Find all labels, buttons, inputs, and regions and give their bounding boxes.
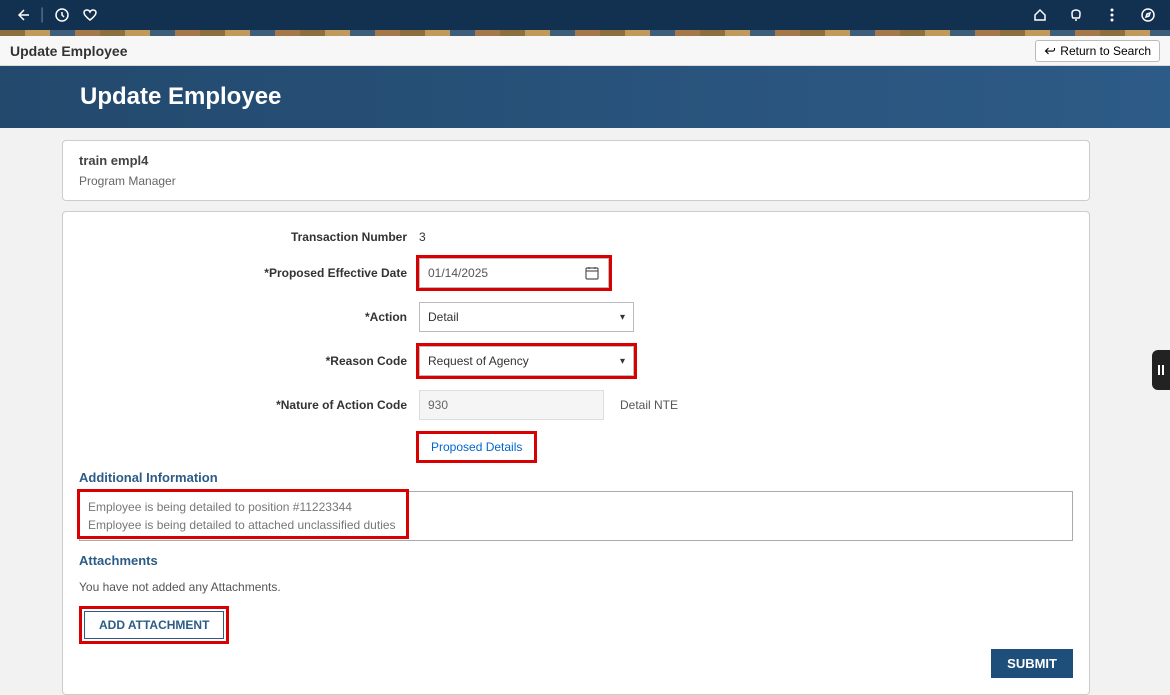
return-label: Return to Search xyxy=(1060,44,1151,58)
employee-role: Program Manager xyxy=(79,174,1073,188)
action-row: *Action Detail ▾ xyxy=(79,302,1073,332)
employee-name: train empl4 xyxy=(79,153,1073,168)
additional-info-header: Additional Information xyxy=(79,470,1073,485)
additional-info-textarea[interactable]: Employee is being detailed to position #… xyxy=(79,491,1073,541)
page-banner: Update Employee xyxy=(0,66,1170,128)
add-attachment-wrap: ADD ATTACHMENT xyxy=(79,606,229,644)
employee-card: train empl4 Program Manager xyxy=(62,140,1090,201)
proposed-details-wrap: Proposed Details xyxy=(419,434,534,460)
textarea-container: Employee is being detailed to position #… xyxy=(79,491,1073,541)
back-icon[interactable] xyxy=(12,5,32,25)
return-to-search-button[interactable]: Return to Search xyxy=(1035,40,1160,62)
attachments-header: Attachments xyxy=(79,553,1073,568)
heart-icon[interactable] xyxy=(80,5,100,25)
attachments-empty-text: You have not added any Attachments. xyxy=(79,580,1073,594)
form-card: Transaction Number 3 *Proposed Effective… xyxy=(62,211,1090,695)
reason-row: *Reason Code Request of Agency ▾ xyxy=(79,346,1073,376)
reason-label: *Reason Code xyxy=(79,354,419,368)
reason-value: Request of Agency xyxy=(428,354,529,368)
proposed-details-row: Proposed Details xyxy=(79,434,1073,460)
action-label: *Action xyxy=(79,310,419,324)
page-title: Update Employee xyxy=(80,83,281,111)
action-value: Detail xyxy=(428,310,459,324)
noac-side-text: Detail NTE xyxy=(620,398,678,412)
home-icon[interactable] xyxy=(1030,5,1050,25)
side-panel-tab[interactable] xyxy=(1152,350,1170,390)
effective-date-row: *Proposed Effective Date xyxy=(79,258,1073,288)
proposed-details-link[interactable]: Proposed Details xyxy=(431,440,522,454)
submit-button[interactable]: SUBMIT xyxy=(991,649,1073,678)
additional-info-text: Employee is being detailed to position #… xyxy=(88,498,1064,534)
noac-value-field: 930 xyxy=(419,390,604,420)
noac-label: *Nature of Action Code xyxy=(79,398,419,412)
secondary-title: Update Employee xyxy=(10,43,127,59)
effective-date-field[interactable] xyxy=(419,258,609,288)
calendar-icon[interactable] xyxy=(584,265,600,281)
effective-date-input[interactable] xyxy=(428,266,584,280)
compass-icon[interactable] xyxy=(1138,5,1158,25)
add-attachment-button[interactable]: ADD ATTACHMENT xyxy=(84,611,224,639)
history-icon[interactable] xyxy=(52,5,72,25)
chevron-down-icon: ▾ xyxy=(620,356,625,367)
noac-value: 930 xyxy=(428,398,448,412)
chevron-down-icon: ▾ xyxy=(620,312,625,323)
effective-date-label: *Proposed Effective Date xyxy=(79,266,419,280)
bell-icon[interactable] xyxy=(1066,5,1086,25)
transaction-row: Transaction Number 3 xyxy=(79,230,1073,244)
action-select[interactable]: Detail ▾ xyxy=(419,302,634,332)
menu-dots-icon[interactable] xyxy=(1102,5,1122,25)
transaction-label: Transaction Number xyxy=(79,230,419,244)
secondary-bar: Update Employee Return to Search xyxy=(0,36,1170,66)
transaction-value: 3 xyxy=(419,230,426,244)
return-icon xyxy=(1044,45,1056,57)
main-content: train empl4 Program Manager Transaction … xyxy=(0,128,1170,695)
top-nav-bar: | xyxy=(0,0,1170,30)
noac-row: *Nature of Action Code 930 Detail NTE xyxy=(79,390,1073,420)
top-nav-right xyxy=(1030,5,1158,25)
nav-separator: | xyxy=(40,6,44,24)
reason-select[interactable]: Request of Agency ▾ xyxy=(419,346,634,376)
top-nav-left: | xyxy=(12,5,100,25)
